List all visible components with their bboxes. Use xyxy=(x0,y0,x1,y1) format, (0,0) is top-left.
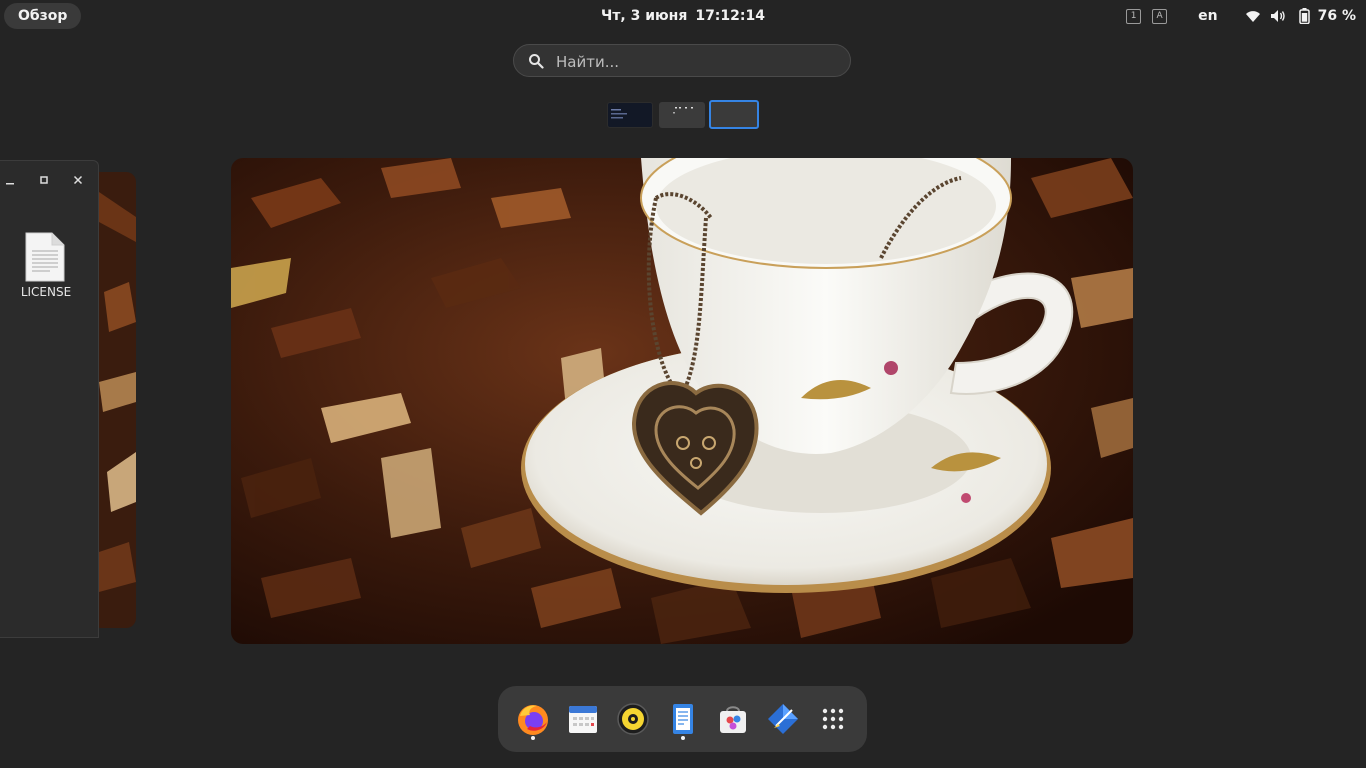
show-apps-icon[interactable] xyxy=(816,702,850,736)
files-window[interactable]: LICENSE xyxy=(0,160,99,638)
clock-date: Чт, 3 июня xyxy=(601,8,688,24)
minimize-icon[interactable] xyxy=(4,174,16,186)
search-icon xyxy=(528,53,544,73)
volume-icon xyxy=(1270,7,1288,25)
rhythmbox-icon[interactable] xyxy=(616,702,650,736)
text-file-icon[interactable] xyxy=(24,231,66,287)
workspace-thumbnail-1[interactable] xyxy=(607,102,653,128)
maximize-icon[interactable] xyxy=(38,174,50,186)
close-icon[interactable] xyxy=(72,174,84,186)
running-indicator-firefox xyxy=(531,736,535,740)
workspace-thumbnail-2[interactable] xyxy=(659,102,705,128)
search-input[interactable] xyxy=(554,45,838,78)
background-window-peek[interactable] xyxy=(99,172,136,628)
software-icon[interactable] xyxy=(716,702,750,736)
text-editor-icon[interactable] xyxy=(666,702,700,736)
firefox-icon[interactable] xyxy=(516,702,550,736)
paint-icon[interactable] xyxy=(766,702,800,736)
battery-icon xyxy=(1296,7,1314,25)
clock-time: 17:12:14 xyxy=(695,8,765,24)
battery-percentage: 76 % xyxy=(1317,8,1356,24)
workspace-thumbnail-3-active[interactable] xyxy=(709,100,759,129)
dash xyxy=(498,686,867,752)
search-box[interactable] xyxy=(513,44,851,78)
language-indicator[interactable]: en xyxy=(1198,8,1217,24)
wallpaper-preview[interactable] xyxy=(231,158,1133,644)
system-indicators[interactable]: 1 A en 76 % xyxy=(1126,0,1356,32)
keyboard-indicator-num: 1 xyxy=(1126,8,1142,24)
file-label[interactable]: LICENSE xyxy=(0,285,92,299)
top-bar: Обзор Чт, 3 июня 17:12:14 1 A en 76 % xyxy=(0,0,1366,32)
calendar-icon[interactable] xyxy=(566,702,600,736)
wifi-icon xyxy=(1244,7,1262,25)
keyboard-indicator-caps: A xyxy=(1152,8,1168,24)
running-indicator-text-editor xyxy=(681,736,685,740)
